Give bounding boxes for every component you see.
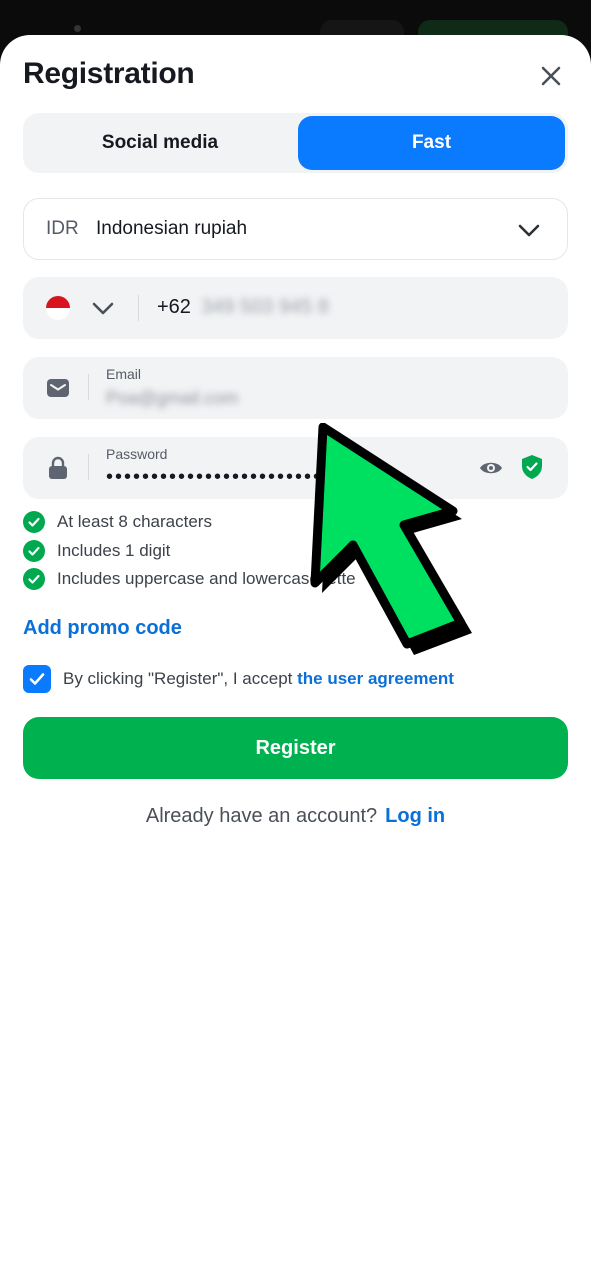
register-button[interactable]: Register bbox=[23, 717, 568, 779]
registration-tabs: Social media Fast bbox=[23, 113, 568, 173]
checkmark-icon bbox=[29, 673, 45, 685]
mail-icon bbox=[45, 376, 71, 400]
annotation-arrow-icon bbox=[310, 423, 472, 655]
agreement-text: By clicking "Register", I accept the use… bbox=[63, 669, 454, 689]
camera-dot bbox=[74, 25, 81, 32]
email-label: Email bbox=[106, 366, 142, 382]
phone-number: 349 503 945 8 bbox=[201, 296, 329, 318]
divider bbox=[88, 374, 89, 400]
check-circle-icon bbox=[23, 540, 45, 562]
chevron-down-icon[interactable] bbox=[91, 296, 115, 320]
user-agreement-link[interactable]: the user agreement bbox=[297, 669, 454, 688]
phone-prefix: +62 bbox=[157, 296, 191, 318]
rule-text: Includes 1 digit bbox=[57, 541, 171, 560]
tab-fast[interactable]: Fast bbox=[298, 116, 565, 170]
currency-code: IDR bbox=[46, 218, 79, 239]
login-row: Already have an account? Log in bbox=[0, 805, 591, 828]
add-promo-code-link[interactable]: Add promo code bbox=[23, 617, 182, 640]
login-question: Already have an account? bbox=[145, 805, 378, 827]
agreement-label: By clicking "Register", I accept bbox=[63, 669, 298, 688]
chevron-down-icon bbox=[518, 224, 540, 237]
agreement-checkbox[interactable] bbox=[23, 665, 51, 693]
eye-icon[interactable] bbox=[478, 456, 504, 480]
page-title: Registration bbox=[23, 57, 195, 90]
tab-social-media[interactable]: Social media bbox=[26, 116, 294, 170]
check-circle-icon bbox=[23, 511, 45, 533]
shield-check-icon bbox=[522, 455, 542, 479]
lock-icon bbox=[45, 456, 71, 480]
rule-text: At least 8 characters bbox=[57, 512, 212, 531]
close-button[interactable] bbox=[533, 58, 569, 94]
registration-sheet: Registration Social media Fast IDR Indon… bbox=[0, 35, 591, 1280]
divider bbox=[138, 295, 139, 321]
close-icon bbox=[541, 66, 561, 86]
password-label: Password bbox=[106, 446, 168, 462]
check-circle-icon bbox=[23, 568, 45, 590]
phone-field[interactable]: +62 349 503 945 8 bbox=[23, 277, 568, 339]
email-field[interactable]: Email Poa@gmail.com bbox=[23, 357, 568, 419]
indonesia-flag-icon bbox=[46, 296, 70, 320]
password-value: ••••••••••••••••••••••••• bbox=[106, 466, 316, 488]
divider bbox=[88, 454, 89, 480]
login-link[interactable]: Log in bbox=[385, 805, 445, 827]
currency-select[interactable]: IDR Indonesian rupiah bbox=[23, 198, 568, 260]
password-rule: Includes 1 digit bbox=[23, 540, 170, 562]
currency-name: Indonesian rupiah bbox=[96, 218, 248, 239]
email-value: Poa@gmail.com bbox=[106, 388, 239, 408]
password-rule: At least 8 characters bbox=[23, 511, 212, 533]
